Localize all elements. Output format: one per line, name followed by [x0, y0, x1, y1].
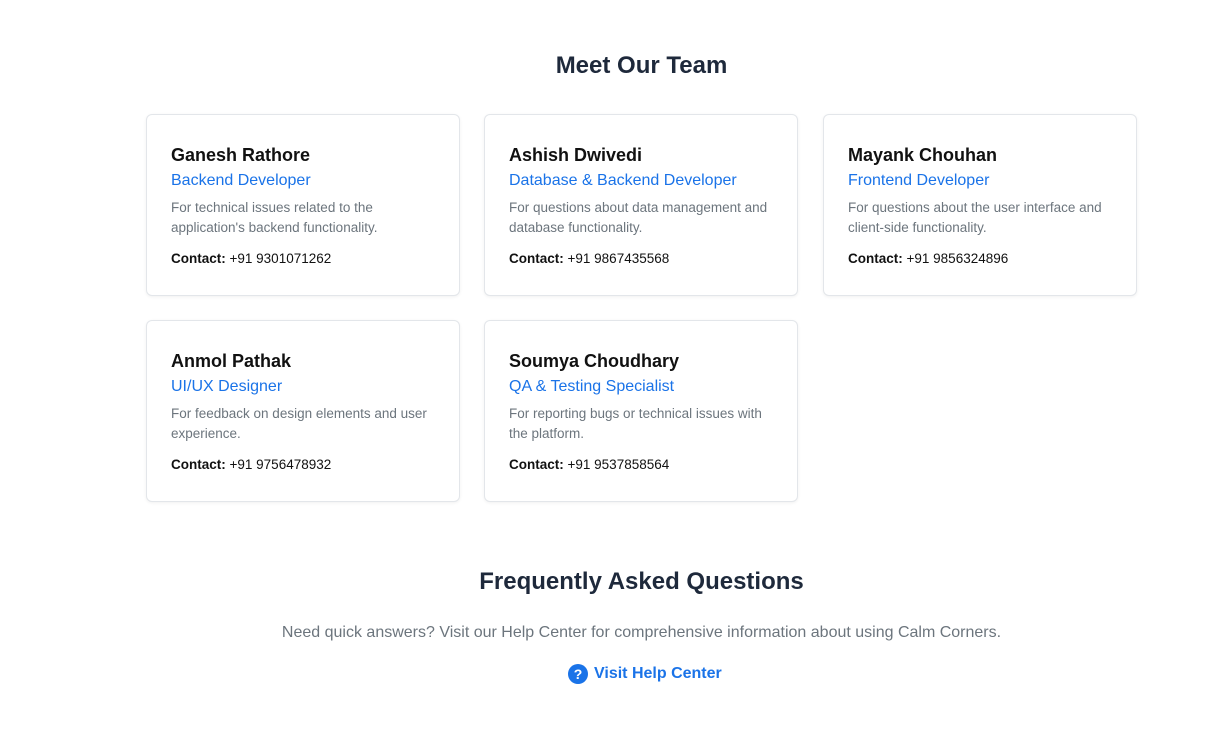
member-phone: +91 9867435568 — [567, 251, 670, 266]
member-name: Anmol Pathak — [171, 351, 292, 371]
member-name: Ashish Dwivedi — [509, 145, 643, 165]
contact-label: Contact: — [509, 251, 564, 266]
member-role: QA & Testing Specialist — [509, 378, 675, 395]
faq-description: Need quick answers? Visit our Help Cente… — [281, 624, 1002, 641]
team-card-ashish: Ashish Dwivedi Database & Backend Develo… — [484, 114, 798, 296]
member-phone: +91 9301071262 — [229, 251, 332, 266]
member-contact: Contact: +91 9301071262 — [171, 249, 435, 269]
member-phone: +91 9537858564 — [567, 457, 670, 472]
member-phone: +91 9756478932 — [229, 457, 332, 472]
member-contact: Contact: +91 9856324896 — [848, 249, 1112, 269]
help-link-label: Visit Help Center — [594, 665, 722, 682]
team-section-title: Meet Our Team — [555, 52, 728, 79]
member-name: Mayank Chouhan — [848, 145, 998, 165]
member-role: Frontend Developer — [848, 172, 990, 189]
member-contact: Contact: +91 9537858564 — [509, 455, 773, 475]
question-circle-icon: ? — [568, 664, 588, 684]
contact-label: Contact: — [848, 251, 903, 266]
member-description: For questions about the user interface a… — [848, 200, 1102, 235]
team-card-ganesh: Ganesh Rathore Backend Developer For tec… — [146, 114, 460, 296]
member-description: For technical issues related to the appl… — [171, 200, 378, 235]
member-name: Soumya Choudhary — [509, 351, 680, 371]
team-card-mayank: Mayank Chouhan Frontend Developer For qu… — [823, 114, 1137, 296]
visit-help-center-link[interactable]: ? Visit Help Center — [568, 663, 722, 685]
team-card-soumya: Soumya Choudhary QA & Testing Specialist… — [484, 320, 798, 502]
member-phone: +91 9856324896 — [906, 251, 1009, 266]
member-contact: Contact: +91 9867435568 — [509, 249, 773, 269]
member-name: Ganesh Rathore — [171, 145, 311, 165]
member-role: Backend Developer — [171, 172, 311, 189]
contact-label: Contact: — [509, 457, 564, 472]
member-description: For reporting bugs or technical issues w… — [509, 406, 762, 441]
contact-label: Contact: — [171, 457, 226, 472]
member-description: For feedback on design elements and user… — [171, 406, 427, 441]
contact-label: Contact: — [171, 251, 226, 266]
team-card-anmol: Anmol Pathak UI/UX Designer For feedback… — [146, 320, 460, 502]
member-role: UI/UX Designer — [171, 378, 283, 395]
member-role: Database & Backend Developer — [509, 172, 737, 189]
member-description: For questions about data management and … — [509, 200, 768, 235]
member-contact: Contact: +91 9756478932 — [171, 455, 435, 475]
faq-section-title: Frequently Asked Questions — [479, 568, 804, 595]
